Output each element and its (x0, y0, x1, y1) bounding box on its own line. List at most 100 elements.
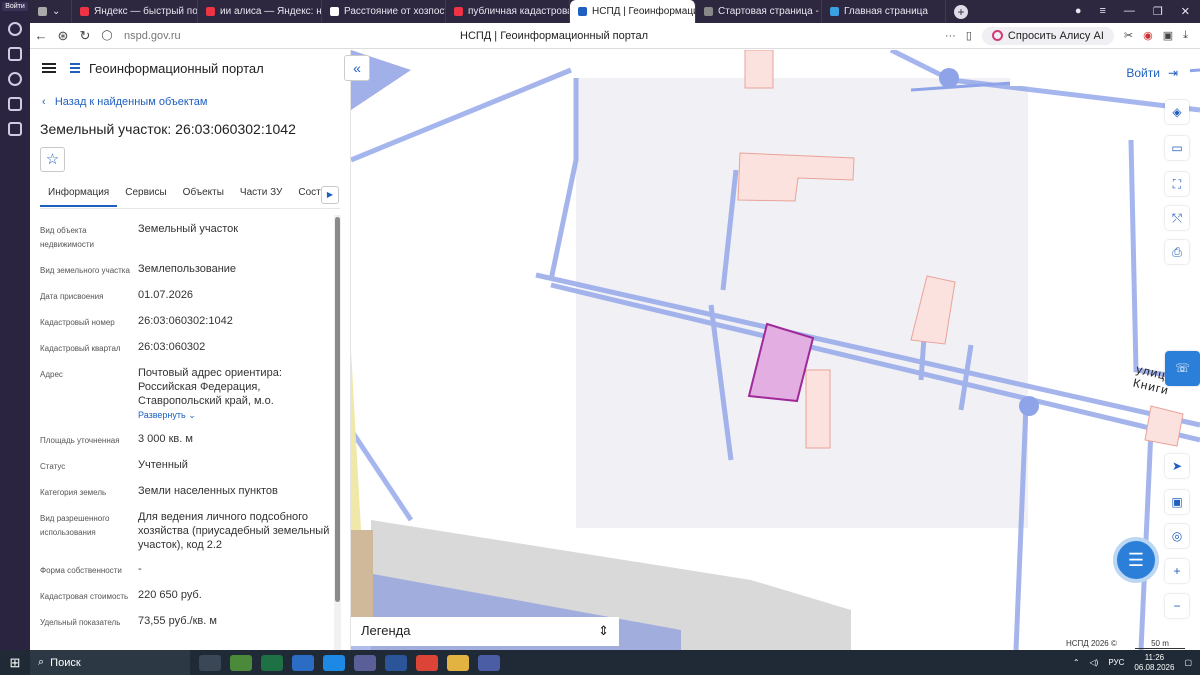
print-icon[interactable]: ⎙ (1165, 240, 1189, 264)
reload-icon[interactable]: ↻ (74, 28, 96, 44)
zoom-out-icon[interactable]: − (1165, 594, 1189, 618)
login-icon: ⇥ (1167, 66, 1178, 80)
panel-scrollbar[interactable] (334, 215, 341, 650)
store-icon[interactable] (230, 654, 252, 671)
login-badge[interactable]: Войти (2, 2, 28, 11)
language-indicator[interactable]: РУС (1108, 658, 1124, 667)
share-icon[interactable]: ⤲ (1165, 206, 1189, 230)
yandex-browser-icon[interactable] (478, 654, 500, 671)
word-icon[interactable] (385, 654, 407, 671)
history-icon[interactable] (8, 22, 22, 36)
bookmarks-icon[interactable] (8, 122, 22, 136)
scrollbar-thumb[interactable] (335, 217, 340, 602)
ask-alisa-button[interactable]: Спросить Алису AI (981, 26, 1114, 45)
zoom-in-icon[interactable]: + (1165, 559, 1189, 583)
list-item: Вид земельного участка Землепользование (40, 263, 237, 275)
tab-favicon-icon (454, 7, 463, 16)
favorite-star-icon[interactable]: ☆ (40, 147, 65, 172)
mail-icon[interactable] (292, 654, 314, 671)
chrome-icon[interactable] (416, 654, 438, 671)
close-window-icon[interactable]: ✕ (1181, 5, 1190, 18)
menu-icon[interactable]: ≡ (1099, 5, 1105, 18)
locate-icon[interactable]: ➤ (1165, 454, 1189, 478)
list-item: Кадастровый номер 26:03:060302:1042 (40, 315, 233, 327)
support-icon[interactable]: ☏ (1165, 351, 1200, 386)
tray-arrow-icon[interactable]: ⌃ (1073, 658, 1080, 667)
taskbar-search[interactable]: ⌕ Поиск (30, 650, 190, 675)
tab-parts[interactable]: Части ЗУ (232, 185, 290, 207)
extensions-icon[interactable]: ✂ (1124, 29, 1133, 42)
tab-alisa[interactable]: ии алиса — Яндекс: нашл (198, 0, 322, 23)
explorer-icon[interactable] (447, 654, 469, 671)
tab-favicon-icon (206, 7, 215, 16)
login-button[interactable]: Войти ⇥ (1010, 60, 1190, 86)
expand-address-link[interactable]: Развернуть ⌄ (138, 408, 332, 422)
menu-icon[interactable] (42, 63, 56, 73)
expand-icon: ⇕ (598, 623, 609, 638)
select-area-icon[interactable]: ⛶ (1165, 172, 1189, 196)
back-icon[interactable]: ← (30, 28, 52, 43)
page-title: НСПД | Геоинформационный портал (460, 30, 649, 42)
legend-toggle[interactable]: Легенда ⇕ (351, 617, 619, 646)
browser-sidebar: Войти (0, 0, 30, 650)
taskbar: ⊞ ⌕ Поиск ⌃ ◁) РУС 11:26 06.08.2026 ▢ (0, 650, 1200, 675)
excel-icon[interactable] (261, 654, 283, 671)
volume-icon[interactable]: ◁) (1090, 658, 1099, 667)
app-7-icon[interactable] (8, 97, 22, 111)
chat-assistant-button[interactable]: ☰ (1113, 537, 1159, 583)
maximize-icon[interactable]: ❐ (1153, 5, 1163, 18)
tab-bar: ⌄ Яндекс — быстрый поиск ии алиса — Янде… (30, 0, 1200, 23)
collections-icon[interactable] (8, 47, 22, 61)
tab-menu[interactable]: ⌄ (30, 0, 72, 23)
portal-logo-icon (70, 63, 80, 73)
map-view[interactable]: улица Книги (351, 50, 1200, 650)
back-to-results-link[interactable]: ‹ Назад к найденным объектам (42, 96, 207, 108)
minimize-icon[interactable]: — (1124, 5, 1135, 18)
tab-objects[interactable]: Объекты (175, 185, 232, 207)
map-canvas[interactable] (351, 50, 1200, 650)
list-item: Дата присвоения 01.07.2026 (40, 289, 194, 301)
minimap-icon[interactable]: ▣ (1165, 490, 1189, 514)
alisa-icon (991, 30, 1003, 41)
download-icon[interactable]: ⤓ (1183, 29, 1188, 42)
tab-favicon-icon (80, 7, 89, 16)
task-view-icon[interactable] (199, 654, 221, 671)
alice-icon[interactable]: ◉ (1143, 29, 1153, 42)
protect-icon[interactable]: ⊛ (52, 28, 74, 44)
list-item: Удельный показатель 73,55 руб./кв. м (40, 615, 217, 627)
tab-yandex-search[interactable]: Яндекс — быстрый поиск (72, 0, 198, 23)
collapse-panel-button[interactable]: « (344, 55, 370, 81)
geolocation-icon[interactable]: ◎ (1165, 524, 1189, 548)
list-item: Статус Учтенный (40, 459, 188, 471)
tab-nspd[interactable]: НСПД | Геоинформаци✕ (570, 0, 696, 23)
tabs-next-arrow-icon[interactable]: ▶ (321, 186, 339, 204)
notifications-icon[interactable]: ▢ (1184, 658, 1192, 667)
list-item: Вид объекта недвижимости Земельный участо… (40, 223, 239, 249)
new-tab-button[interactable]: + (954, 4, 968, 19)
tab-favicon-icon (830, 7, 839, 16)
media-icon[interactable] (8, 72, 22, 86)
screenshot-icon[interactable]: ▣ (1163, 29, 1173, 42)
info-panel: Геоинформационный портал ‹ Назад к найде… (30, 50, 351, 650)
list-item: Категория земель Земли населенных пунктов (40, 485, 278, 497)
ruler-icon[interactable]: ▭ (1165, 136, 1189, 160)
bookmark-icon[interactable]: ▯ (966, 29, 972, 42)
list-item: Вид разрешенного использования Для ведени… (40, 511, 330, 551)
tab-cadastral-map[interactable]: публичная кадастровая к (446, 0, 570, 23)
ie-icon[interactable] (323, 654, 345, 671)
app-title: Геоинформационный портал (89, 60, 264, 76)
tab-services[interactable]: Сервисы (117, 185, 174, 207)
layers-icon[interactable]: ◈ (1165, 100, 1189, 124)
security-icon[interactable]: ◯ (96, 30, 118, 41)
tab-information[interactable]: Информация (40, 185, 118, 207)
more-icon[interactable]: ··· (945, 30, 956, 42)
windows-start-icon[interactable]: ⊞ (0, 655, 30, 671)
tab-start-page[interactable]: Стартовая страница - Ко (696, 0, 822, 23)
profile-icon[interactable]: ● (1075, 5, 1082, 18)
tab-main-page[interactable]: Главная страница (822, 0, 946, 23)
tab-distance[interactable]: Расстояние от хозпостро (322, 0, 446, 23)
yandex-icon[interactable] (354, 654, 376, 671)
url-field[interactable]: nspd.gov.ru (124, 30, 181, 42)
address-bar: ← ⊛ ↻ ◯ nspd.gov.ru НСПД | Геоинформацио… (30, 23, 1200, 49)
clock[interactable]: 11:26 06.08.2026 (1134, 653, 1174, 673)
